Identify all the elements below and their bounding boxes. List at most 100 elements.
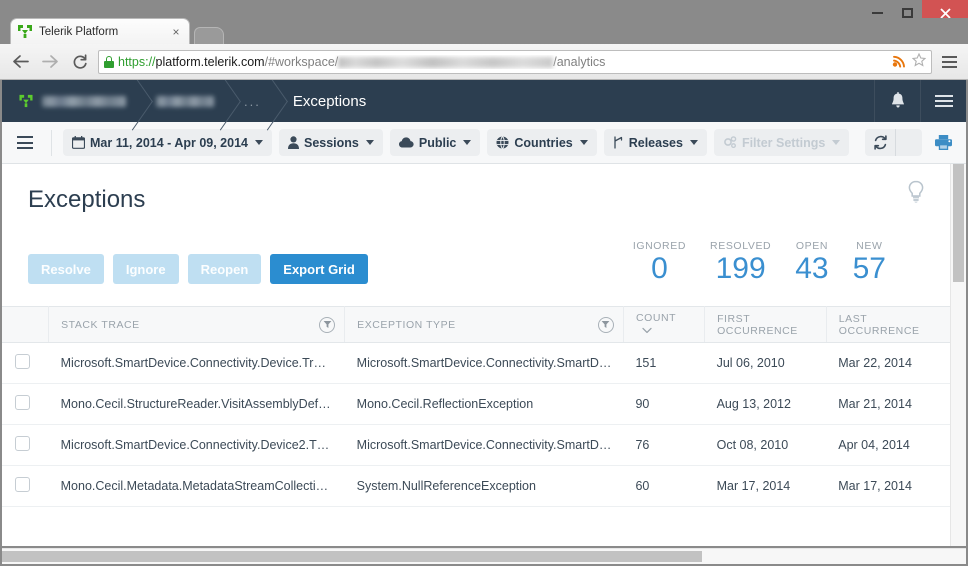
row-checkbox[interactable]	[15, 395, 30, 410]
tab-close-icon[interactable]: ×	[169, 25, 183, 39]
date-range-label: Mar 11, 2014 - Apr 09, 2014	[90, 135, 248, 150]
filter-settings[interactable]: Filter Settings	[713, 129, 850, 156]
countries-filter[interactable]: Countries	[487, 129, 597, 156]
row-checkbox[interactable]	[15, 354, 30, 369]
window-titlebar	[0, 0, 968, 26]
forward-arrow-icon[interactable]	[38, 50, 62, 74]
rss-icon[interactable]	[892, 55, 906, 68]
lock-icon	[104, 55, 114, 68]
cell-last-occurrence: Mar 22, 2014	[826, 342, 950, 384]
column-header-stack-trace[interactable]: STACK TRACE	[48, 306, 346, 343]
column-label: FIRST OCCURRENCE	[717, 312, 798, 337]
exceptions-grid: STACK TRACE EXCEPTION TYPE COUNT FIRST O…	[2, 306, 950, 507]
horizontal-scrollbar-thumb[interactable]	[2, 551, 702, 562]
resolve-button[interactable]: Resolve	[28, 254, 104, 284]
stat-value: 43	[795, 252, 829, 285]
stat-label: OPEN	[795, 240, 829, 252]
cell-stack-trace[interactable]: Microsoft.SmartDevice.Connectivity.Devic…	[48, 424, 345, 466]
row-checkbox-cell[interactable]	[2, 465, 49, 507]
bookmark-star-icon[interactable]	[911, 52, 927, 70]
column-header-exception-type[interactable]: EXCEPTION TYPE	[344, 306, 624, 343]
new-tab-button[interactable]	[194, 27, 224, 44]
stat-resolved: RESOLVED 199	[698, 240, 783, 284]
refresh-options-button[interactable]	[896, 129, 922, 156]
export-grid-button[interactable]: Export Grid	[270, 254, 368, 284]
browser-tab-title: Telerik Platform	[39, 25, 119, 38]
breadcrumb: ... Exceptions	[2, 80, 874, 122]
reopen-button[interactable]: Reopen	[187, 254, 262, 284]
reload-icon[interactable]	[68, 50, 92, 74]
stat-label: NEW	[856, 240, 883, 252]
sidebar-toggle-button[interactable]	[12, 130, 38, 156]
page-header: Exceptions	[2, 164, 950, 214]
table-row[interactable]: Mono.Cecil.Metadata.MetadataStreamCollec…	[2, 465, 950, 507]
page-vertical-scrollbar[interactable]	[950, 164, 966, 546]
page-title: Exceptions	[28, 186, 146, 213]
print-button[interactable]	[930, 134, 956, 151]
table-row[interactable]: Mono.Cecil.StructureReader.VisitAssembly…	[2, 383, 950, 425]
vertical-scrollbar-thumb[interactable]	[953, 164, 964, 282]
user-icon	[287, 136, 299, 149]
page-content: Exceptions Resolve Ignore Reopen Export …	[2, 164, 966, 546]
cell-count: 60	[623, 465, 705, 507]
notifications-button[interactable]	[874, 80, 920, 122]
refresh-button[interactable]	[865, 129, 895, 156]
cell-exception-type: Microsoft.SmartDevice.Connectivity.Smart…	[344, 342, 624, 384]
back-arrow-icon[interactable]	[8, 50, 32, 74]
stat-value: 199	[715, 252, 766, 285]
breadcrumb-workspace-label	[42, 95, 126, 107]
date-range-picker[interactable]: Mar 11, 2014 - Apr 09, 2014	[63, 129, 272, 156]
chrome-menu-icon[interactable]	[938, 55, 960, 68]
column-label: EXCEPTION TYPE	[357, 318, 456, 331]
filter-icon[interactable]	[319, 316, 336, 333]
breadcrumb-item-project[interactable]	[140, 80, 228, 122]
page-horizontal-scrollbar[interactable]	[2, 548, 966, 564]
column-header-last-occurrence[interactable]: LAST OCCURRENCE	[826, 306, 950, 343]
releases-filter[interactable]: Releases	[603, 129, 707, 156]
public-filter[interactable]: Public	[389, 129, 481, 156]
cell-first-occurrence: Jul 06, 2010	[704, 342, 827, 384]
select-all-header[interactable]	[2, 306, 50, 343]
grid-header-row: STACK TRACE EXCEPTION TYPE COUNT FIRST O…	[2, 306, 950, 343]
table-row[interactable]: Microsoft.SmartDevice.Connectivity.Devic…	[2, 342, 950, 384]
stat-value: 0	[651, 252, 668, 285]
refresh-icon	[873, 135, 887, 150]
row-checkbox-cell[interactable]	[2, 383, 49, 425]
breadcrumb-item-ellipsis[interactable]: ...	[228, 80, 275, 122]
refresh-split-button	[865, 129, 922, 156]
table-row[interactable]: Microsoft.SmartDevice.Connectivity.Devic…	[2, 424, 950, 466]
column-header-first-occurrence[interactable]: FIRST OCCURRENCE	[704, 306, 827, 343]
countries-label: Countries	[514, 135, 573, 150]
cell-stack-trace[interactable]: Mono.Cecil.StructureReader.VisitAssembly…	[48, 383, 345, 425]
app-menu-button[interactable]	[920, 80, 966, 122]
browser-tabstrip: Telerik Platform ×	[0, 18, 968, 44]
cell-last-occurrence: Mar 17, 2014	[826, 465, 950, 507]
row-checkbox[interactable]	[15, 477, 30, 492]
stat-new: NEW 57	[841, 240, 898, 284]
column-header-count[interactable]: COUNT	[623, 306, 706, 343]
stat-label: IGNORED	[632, 240, 687, 252]
row-checkbox[interactable]	[15, 436, 30, 451]
lightbulb-icon[interactable]	[904, 178, 928, 206]
breadcrumb-item-workspace[interactable]	[2, 80, 140, 122]
gear-icon	[723, 136, 737, 149]
filter-toolbar: Mar 11, 2014 - Apr 09, 2014 Sessions Pub…	[2, 122, 966, 164]
row-checkbox-cell[interactable]	[2, 424, 49, 466]
cell-stack-trace[interactable]: Microsoft.SmartDevice.Connectivity.Devic…	[48, 342, 345, 384]
column-label: COUNT	[635, 312, 676, 325]
browser-tab[interactable]: Telerik Platform ×	[10, 18, 190, 44]
telerik-logo-icon	[17, 24, 33, 40]
address-bar[interactable]: https://platform.telerik.com/#workspace/…	[98, 49, 932, 74]
cell-first-occurrence: Mar 17, 2014	[704, 465, 827, 507]
ignore-button[interactable]: Ignore	[112, 254, 179, 284]
cell-count: 76	[623, 424, 705, 466]
filter-icon[interactable]	[597, 316, 614, 333]
public-label: Public	[418, 135, 457, 150]
cell-stack-trace[interactable]: Mono.Cecil.Metadata.MetadataStreamCollec…	[48, 465, 345, 507]
cloud-icon	[398, 137, 414, 148]
chevron-down-icon	[832, 140, 841, 145]
sessions-filter[interactable]: Sessions	[278, 129, 383, 156]
chevron-down-icon	[463, 140, 472, 145]
row-checkbox-cell[interactable]	[2, 342, 49, 384]
stat-ignored: IGNORED 0	[621, 240, 698, 284]
